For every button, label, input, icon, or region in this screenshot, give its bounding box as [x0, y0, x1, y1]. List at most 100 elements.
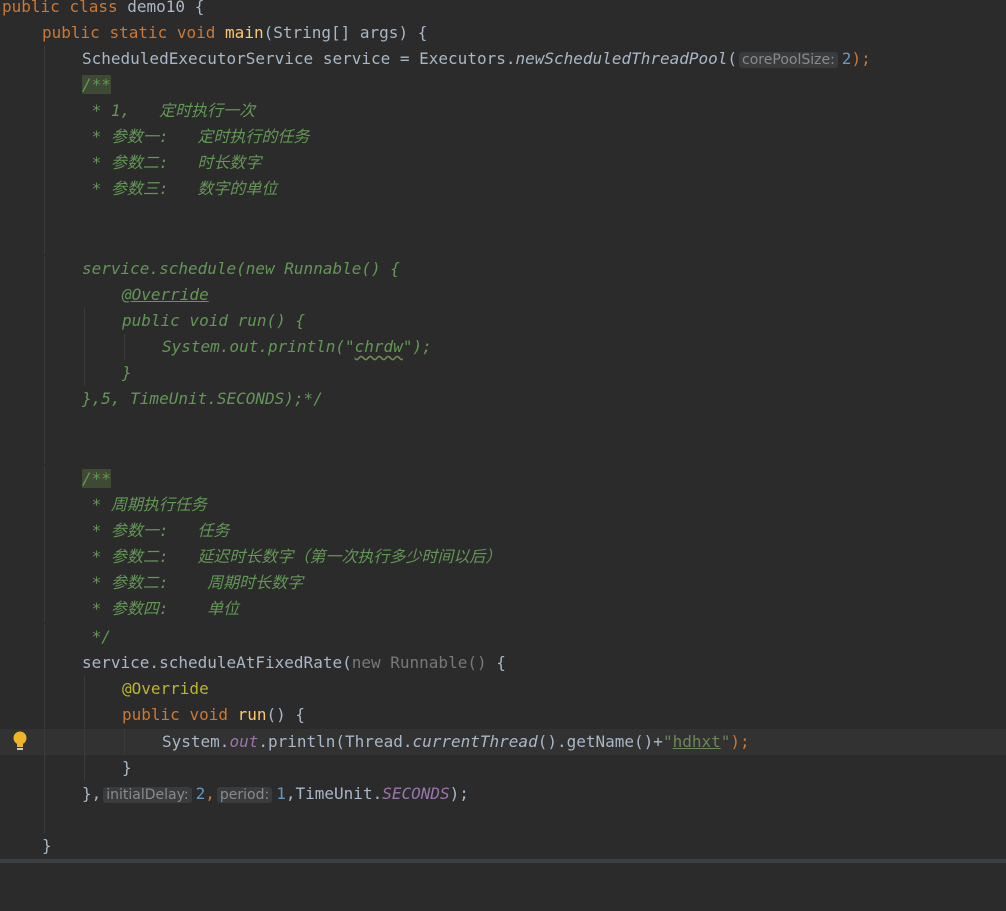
- code-line: public void run() {: [0, 308, 1006, 334]
- keyword: void: [176, 23, 216, 42]
- static-method-call: currentThread: [412, 732, 538, 751]
- current-code-line[interactable]: System.out.println(Thread.currentThread(…: [0, 729, 1006, 755]
- code-line: public class demo10 {: [0, 0, 1006, 20]
- code-line: * 1, 定时执行一次: [0, 98, 1006, 124]
- keyword: static: [109, 23, 168, 42]
- code-line: [0, 202, 1006, 228]
- method-name: main: [225, 23, 264, 42]
- code-line: service.scheduleAtFixedRate(new Runnable…: [0, 650, 1006, 676]
- doc-comment-text: * 参数二: 延迟时长数字（第一次执行多少时间以后）: [82, 547, 502, 566]
- doc-comment-text: * 参数一: 任务: [82, 521, 230, 540]
- code-line: }: [0, 360, 1006, 386]
- brace: {: [194, 0, 205, 16]
- typo-word: chrdw: [354, 337, 403, 356]
- closing-brace: }: [122, 758, 132, 777]
- code-line: */: [0, 624, 1006, 650]
- lightbulb-icon[interactable]: [12, 730, 28, 752]
- code-text: ().getName()+: [537, 732, 663, 751]
- keyword: class: [69, 0, 118, 16]
- code-line: }: [0, 833, 1006, 859]
- code-text: .println(Thread.: [258, 732, 413, 751]
- code-line: [0, 412, 1006, 438]
- statement-end: );: [851, 49, 871, 68]
- doc-comment-start: /**: [82, 75, 111, 94]
- doc-comment-text: },5, TimeUnit.SECONDS);*/: [82, 389, 323, 408]
- code-line: * 参数四: 单位: [0, 596, 1006, 622]
- doc-comment-text: * 周期执行任务: [82, 495, 207, 514]
- number-literal: 2: [841, 49, 852, 68]
- code-line: },5, TimeUnit.SECONDS);*/: [0, 386, 1006, 412]
- code-line: [0, 438, 1006, 464]
- doc-comment-text: service.schedule(new Runnable() {: [82, 259, 400, 278]
- paren: (: [727, 49, 738, 68]
- doc-comment-text: * 1, 定时执行一次: [82, 101, 256, 120]
- static-field: SECONDS: [382, 784, 450, 803]
- doc-comment-text: }: [122, 363, 132, 382]
- code-line: public void run() {: [0, 702, 1006, 728]
- doc-comment-text: * 参数二: 周期时长数字: [82, 573, 304, 592]
- doc-comment-text: ");: [402, 337, 432, 356]
- code-editor[interactable]: public class demo10 { public static void…: [0, 0, 1006, 863]
- code-text: {: [486, 653, 506, 672]
- code-text: );: [449, 784, 469, 803]
- doc-comment-text: * 参数二: 时长数字: [82, 153, 262, 172]
- number-literal: 1: [276, 784, 286, 803]
- code-line: [0, 807, 1006, 833]
- string-quote: ": [720, 732, 731, 751]
- doc-comment-text: System.out.println(": [162, 337, 355, 356]
- code-text: },: [82, 784, 102, 803]
- code-line: * 参数一: 定时执行的任务: [0, 124, 1006, 150]
- code-text: ScheduledExecutorService service = Execu…: [82, 49, 516, 68]
- code-line: * 参数二: 延迟时长数字（第一次执行多少时间以后）: [0, 544, 1006, 570]
- code-line: * 参数二: 周期时长数字: [0, 570, 1006, 596]
- code-line: public static void main(String[] args) {: [0, 20, 1006, 46]
- string-literal: hdhxt: [672, 732, 721, 751]
- code-line: @Override: [0, 282, 1006, 308]
- keyword: public: [122, 705, 180, 724]
- comma: ,: [205, 784, 215, 803]
- code-line: * 周期执行任务: [0, 492, 1006, 518]
- code-text: System.: [162, 732, 230, 751]
- doc-comment-text: * 参数四: 单位: [82, 599, 240, 618]
- code-line: * 参数一: 任务: [0, 518, 1006, 544]
- doc-comment-text: public void run() {: [122, 311, 306, 330]
- editor-bottom-edge: [0, 859, 1006, 863]
- code-text: service.scheduleAtFixedRate(: [82, 653, 352, 672]
- method-name: run: [237, 705, 267, 724]
- method-args: (String[] args) {: [263, 23, 428, 42]
- doc-comment-text: * 参数三: 数字的单位: [82, 179, 278, 198]
- doc-comment-annotation: @Override: [122, 285, 209, 304]
- keyword: public: [42, 23, 100, 42]
- keyword: public: [2, 0, 60, 16]
- code-line: /**: [0, 72, 1006, 98]
- class-name: demo10: [127, 0, 186, 16]
- static-field: out: [229, 732, 259, 751]
- code-line: * 参数三: 数字的单位: [0, 176, 1006, 202]
- doc-comment-start: /**: [82, 469, 111, 488]
- keyword: void: [189, 705, 228, 724]
- code-line: @Override: [0, 676, 1006, 702]
- annotation: @Override: [122, 679, 209, 698]
- string-quote: ": [662, 732, 673, 751]
- code-text: () {: [266, 705, 306, 724]
- code-line: [0, 228, 1006, 254]
- doc-comment-end: */: [82, 627, 111, 646]
- param-hint: initialDelay:: [103, 787, 192, 803]
- static-method-call: newScheduledThreadPool: [515, 49, 728, 68]
- statement-end: );: [730, 732, 750, 751]
- code-text: ,TimeUnit.: [285, 784, 383, 803]
- code-line: }: [0, 755, 1006, 781]
- doc-comment-text: * 参数一: 定时执行的任务: [82, 127, 310, 146]
- code-line: /**: [0, 466, 1006, 492]
- code-line: service.schedule(new Runnable() {: [0, 256, 1006, 282]
- param-hint: corePoolSize:: [739, 52, 838, 68]
- param-hint: period:: [216, 787, 273, 803]
- number-literal: 2: [195, 784, 206, 803]
- code-line: * 参数二: 时长数字: [0, 150, 1006, 176]
- keyword-dim: new: [351, 653, 381, 672]
- code-line: System.out.println("chrdw");: [0, 334, 1006, 360]
- class-ref-dim: Runnable(): [390, 653, 487, 672]
- closing-brace: }: [42, 836, 52, 855]
- code-line: }, initialDelay: 2, period: 1,TimeUnit.SECON…: [0, 781, 1006, 807]
- code-line: ScheduledExecutorService service = Execu…: [0, 46, 1006, 72]
